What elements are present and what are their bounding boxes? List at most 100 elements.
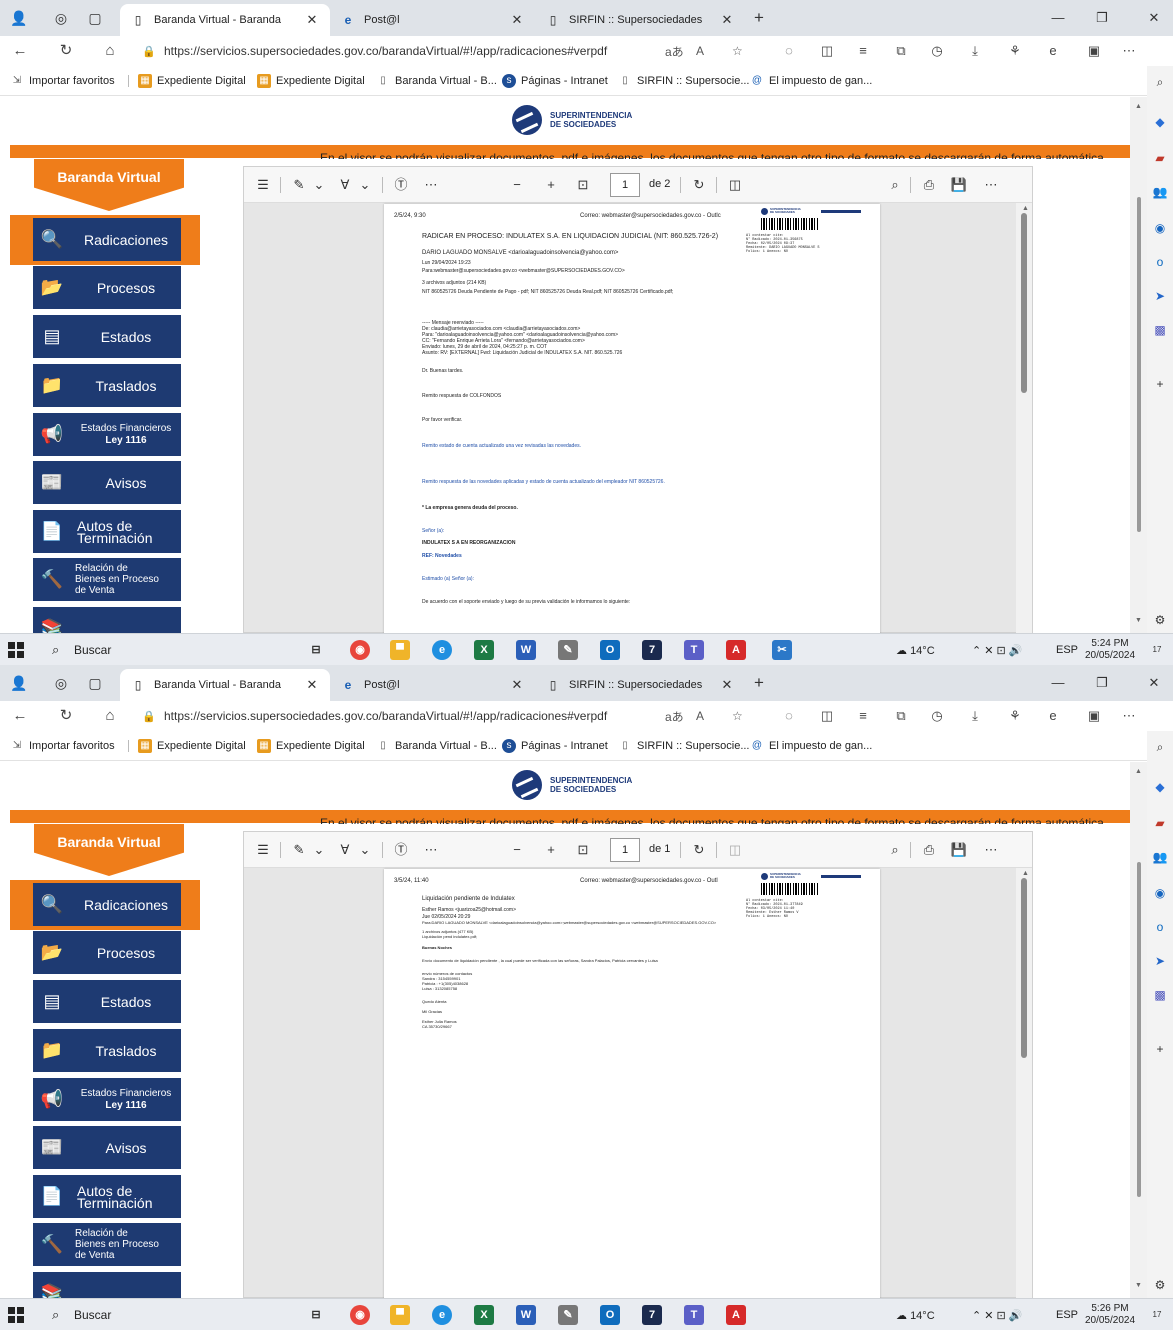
weather-widget[interactable]: ☁ 14°C <box>896 1309 935 1322</box>
pdf-scrollbar[interactable] <box>1016 868 1032 1298</box>
zoom-out-icon[interactable]: − <box>508 177 526 193</box>
print-icon[interactable]: ⎙ <box>920 177 938 193</box>
refresh-icon[interactable]: ↻ <box>56 706 76 726</box>
chrome-icon[interactable]: ◉ <box>350 1305 370 1325</box>
chevron-down-icon[interactable]: ⌄ <box>356 177 374 193</box>
teams-icon[interactable]: ▩ <box>1152 322 1168 338</box>
close-icon[interactable]: ✕ <box>509 12 525 28</box>
language-indicator[interactable]: ESP <box>1056 644 1078 656</box>
favorite-impuesto[interactable]: @ El impuesto de gan... <box>750 738 872 754</box>
menu-traslados[interactable]: 📁 Traslados <box>33 364 181 407</box>
more-options-icon[interactable]: ⋯ <box>982 842 1000 858</box>
chevron-down-icon[interactable]: ⌄ <box>310 177 328 193</box>
close-icon[interactable]: ✕ <box>719 12 735 28</box>
more-options-icon[interactable]: ⋯ <box>982 177 1000 193</box>
fit-page-icon[interactable]: ⊡ <box>574 177 592 193</box>
menu-estados-financieros[interactable]: 📢 Estados Financieros Ley 1116 <box>33 1078 181 1121</box>
menu-relacion-bienes[interactable]: 🔨 Relación de Bienes en Proceso de Venta <box>33 1223 181 1266</box>
scroll-up-icon[interactable]: ▲ <box>1022 205 1029 212</box>
search-icon[interactable]: ⌕ <box>1152 74 1168 90</box>
send-icon[interactable]: ➤ <box>1152 953 1168 969</box>
taskbar-search[interactable]: ⌕ Buscar <box>52 638 292 662</box>
task-view-icon[interactable]: ⊟ <box>306 640 326 660</box>
history-icon[interactable]: ◷ <box>928 707 946 725</box>
tab-sirfin[interactable]: ▯ SIRFIN :: Supersociedades ✕ <box>535 4 745 36</box>
highlight-icon[interactable]: ✎ <box>290 177 308 193</box>
app-icon[interactable]: 7 <box>642 1305 662 1325</box>
edge-icon[interactable]: e <box>432 640 452 660</box>
rotate-icon[interactable]: ↻ <box>690 177 708 193</box>
more-tools-icon[interactable]: ⋯ <box>422 842 440 858</box>
favorite-expediente-1[interactable]: ▦ Expediente Digital <box>138 73 246 89</box>
tab-postal[interactable]: e Post@l ✕ <box>330 669 535 701</box>
menu-edictos[interactable]: 📚 Edictos <box>33 1272 181 1298</box>
people-icon[interactable]: 👥 <box>1152 849 1168 865</box>
chrome-icon[interactable]: ◉ <box>350 640 370 660</box>
paint-icon[interactable]: ✎ <box>558 640 578 660</box>
menu-procesos[interactable]: 📂 Procesos <box>33 931 181 974</box>
page-number-input[interactable]: 1 <box>610 173 640 197</box>
chevron-down-icon[interactable]: ⌄ <box>356 842 374 858</box>
favorite-expediente-2[interactable]: ▦ Expediente Digital <box>257 73 365 89</box>
fit-page-icon[interactable]: ⊡ <box>574 842 592 858</box>
favorite-star-icon[interactable]: ☆ <box>732 44 743 58</box>
menu-traslados[interactable]: 📁 Traslados <box>33 1029 181 1072</box>
teams-icon[interactable]: ▩ <box>1152 987 1168 1003</box>
more-options-icon[interactable]: ⋯ <box>1120 42 1138 60</box>
page-view-icon[interactable]: ◫ <box>726 842 744 858</box>
menu-autos-terminacion[interactable]: 📄 Autos de Terminación <box>33 1175 181 1218</box>
more-tools-icon[interactable]: ⋯ <box>422 177 440 193</box>
tag-icon[interactable]: ◆ <box>1152 114 1168 130</box>
minimize-button[interactable]: — <box>1048 673 1068 693</box>
favorite-intranet[interactable]: s Páginas - Intranet <box>502 738 608 754</box>
search-icon[interactable]: ⌕ <box>1152 739 1168 755</box>
ie-mode-icon[interactable]: e <box>1044 707 1062 725</box>
downloads-icon[interactable]: ⤓ <box>966 707 984 725</box>
app-icon[interactable]: 7 <box>642 640 662 660</box>
people-icon[interactable]: 👥 <box>1152 184 1168 200</box>
refresh-icon[interactable]: ↻ <box>56 41 76 61</box>
windows-start-icon[interactable] <box>8 1307 24 1323</box>
page-number-input[interactable]: 1 <box>610 838 640 862</box>
teams-icon[interactable]: T <box>684 640 704 660</box>
close-window-button[interactable]: ✕ <box>1144 673 1164 693</box>
word-icon[interactable]: W <box>516 1305 536 1325</box>
chevron-down-icon[interactable]: ⌄ <box>310 842 328 858</box>
extension-icon[interactable]: ◌ <box>780 42 798 60</box>
page-view-icon[interactable]: ◫ <box>726 177 744 193</box>
file-explorer-icon[interactable]: ▀ <box>390 1305 410 1325</box>
more-options-icon[interactable]: ⋯ <box>1120 707 1138 725</box>
ie-mode-icon[interactable]: e <box>1044 42 1062 60</box>
collections-icon[interactable]: ⧉ <box>892 707 910 725</box>
collections-icon[interactable]: ⧉ <box>892 42 910 60</box>
word-icon[interactable]: W <box>516 640 536 660</box>
extension-icon[interactable]: ⚘ <box>1006 42 1024 60</box>
rotate-icon[interactable]: ↻ <box>690 842 708 858</box>
briefcase-icon[interactable]: ▰ <box>1152 150 1168 166</box>
send-icon[interactable]: ➤ <box>1152 288 1168 304</box>
screenshot-tool-icon[interactable]: ✂ <box>772 640 792 660</box>
excel-icon[interactable]: X <box>474 640 494 660</box>
edge-icon[interactable]: e <box>432 1305 452 1325</box>
close-window-button[interactable]: ✕ <box>1144 8 1164 28</box>
favorite-importar[interactable]: ⇲ Importar favoritos <box>10 738 115 754</box>
url-field[interactable]: 🔒 https://servicios.supersociedades.gov.… <box>142 705 762 727</box>
extension-icon[interactable]: ▣ <box>1085 42 1103 60</box>
system-tray[interactable]: ⌃ ✕ ⊡ 🔊 <box>972 644 1023 657</box>
close-icon[interactable]: ✕ <box>509 677 525 693</box>
home-icon[interactable]: ⌂ <box>100 41 120 61</box>
system-tray[interactable]: ⌃ ✕ ⊡ 🔊 <box>972 1309 1023 1322</box>
menu-edictos[interactable]: 📚 Edictos <box>33 607 181 633</box>
extension-icon[interactable]: ⚘ <box>1006 707 1024 725</box>
file-explorer-icon[interactable]: ▀ <box>390 640 410 660</box>
pdf-scrollbar[interactable] <box>1016 203 1032 633</box>
acrobat-icon[interactable]: A <box>726 1305 746 1325</box>
taskbar-clock[interactable]: 5:24 PM 20/05/2024 <box>1084 638 1136 662</box>
search-icon[interactable]: ⌕ <box>886 177 904 193</box>
copilot-icon[interactable]: ◉ <box>1152 885 1168 901</box>
scroll-up-icon[interactable]: ▲ <box>1135 103 1142 110</box>
text-size-icon[interactable]: A <box>696 709 704 723</box>
text-box-icon[interactable]: Ⓣ <box>392 842 410 858</box>
minimize-button[interactable]: — <box>1048 8 1068 28</box>
notification-icon[interactable]: 17 <box>1148 1306 1166 1324</box>
